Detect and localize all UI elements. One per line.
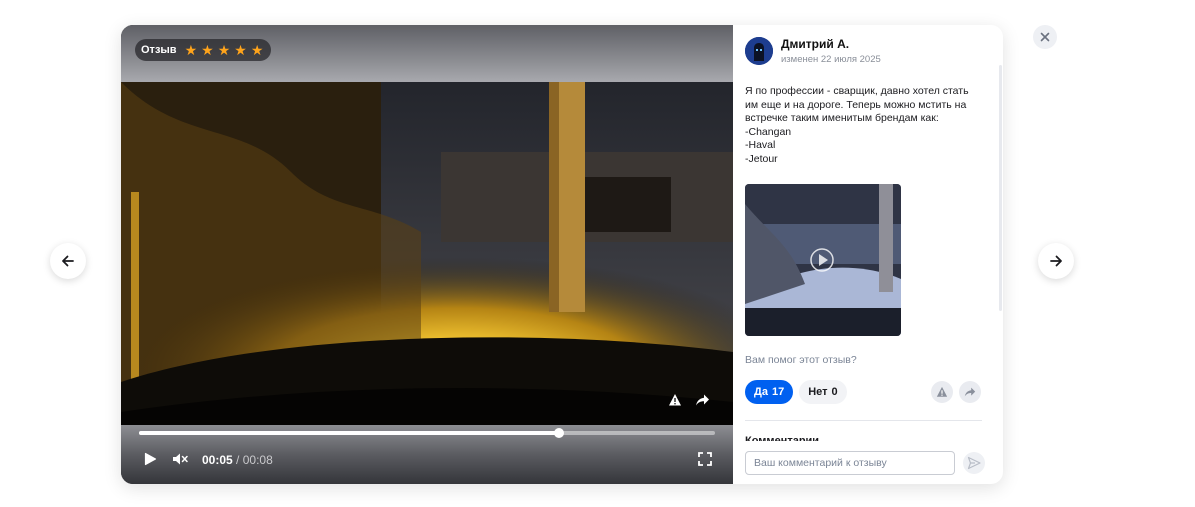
prev-review-button[interactable] xyxy=(50,243,86,279)
comment-form xyxy=(745,451,985,475)
video-duration: 00:08 xyxy=(242,453,273,467)
play-icon xyxy=(144,452,157,466)
review-text-line: Я по профессии - сварщик, давно хотел ст… xyxy=(745,85,969,97)
video-time: 00:05 / 00:08 xyxy=(202,453,273,467)
video-player[interactable]: Отзыв ★ ★ ★ ★ ★ 00:05 / 00:08 xyxy=(121,25,733,484)
arrow-right-icon xyxy=(1050,255,1062,267)
review-text-line: встречке таким именитым брендам как: xyxy=(745,112,939,124)
video-progress-bar[interactable] xyxy=(139,428,715,438)
report-video-button[interactable] xyxy=(666,391,684,409)
star-icon: ★ xyxy=(217,42,231,58)
volume-muted-icon xyxy=(173,453,188,465)
report-review-button[interactable] xyxy=(931,381,953,403)
vote-no-button[interactable]: Нет 0 xyxy=(799,380,847,404)
review-panel: Дмитрий А. изменен 22 июля 2025 Я по про… xyxy=(733,25,1003,484)
review-text-line: -Jetour xyxy=(745,152,778,165)
video-frame-image xyxy=(121,82,733,428)
arrow-left-icon xyxy=(62,255,74,267)
comment-input[interactable] xyxy=(745,451,955,475)
helpful-question: Вам помог этот отзыв? xyxy=(745,354,857,366)
helpful-votes: Да 17 Нет 0 xyxy=(745,380,1003,404)
video-time-separator: / xyxy=(232,453,243,467)
next-review-button[interactable] xyxy=(1038,243,1074,279)
fullscreen-button[interactable] xyxy=(698,451,712,467)
vote-no-label: Нет xyxy=(808,386,828,398)
review-text-line: -Changan xyxy=(745,125,792,138)
share-icon xyxy=(695,394,709,406)
close-icon xyxy=(1040,32,1050,42)
close-button[interactable] xyxy=(1033,25,1057,49)
review-badge-label: Отзыв xyxy=(141,44,177,56)
star-icon: ★ xyxy=(250,42,264,58)
mute-button[interactable] xyxy=(172,451,188,467)
review-modal: Отзыв ★ ★ ★ ★ ★ 00:05 / 00:08 Дмитрий А.… xyxy=(121,25,1003,484)
share-icon xyxy=(964,387,976,397)
vote-yes-count: 17 xyxy=(771,386,785,398)
share-review-button[interactable] xyxy=(959,381,981,403)
review-video-thumbnail[interactable] xyxy=(745,184,901,336)
comments-heading: Комментарии xyxy=(745,435,820,441)
avatar-image xyxy=(745,37,773,65)
star-icon: ★ xyxy=(201,42,214,58)
avatar[interactable] xyxy=(745,37,773,65)
review-text: Я по профессии - сварщик, давно хотел ст… xyxy=(745,85,980,166)
review-text-line: им еще и на дороге. Теперь можно мстить … xyxy=(745,98,967,111)
divider xyxy=(745,420,982,421)
fullscreen-icon xyxy=(698,452,712,466)
author-name[interactable]: Дмитрий А. xyxy=(781,37,881,51)
review-date: изменен 22 июля 2025 xyxy=(781,54,881,65)
review-viewer: Отзыв ★ ★ ★ ★ ★ 00:05 / 00:08 Дмитрий А.… xyxy=(0,0,1195,507)
send-comment-button[interactable] xyxy=(963,452,985,474)
send-icon xyxy=(967,456,981,470)
vote-yes-button[interactable]: Да 17 xyxy=(745,380,794,404)
video-progress-fill xyxy=(139,431,560,435)
vote-no-count: 0 xyxy=(831,386,838,398)
vote-yes-label: Да xyxy=(754,386,768,398)
review-author: Дмитрий А. изменен 22 июля 2025 xyxy=(745,37,1003,65)
share-video-button[interactable] xyxy=(693,391,711,409)
video-current-time: 00:05 xyxy=(202,453,233,467)
warning-icon xyxy=(669,394,681,406)
star-icon: ★ xyxy=(234,42,247,58)
review-rating-badge: Отзыв ★ ★ ★ ★ ★ xyxy=(135,39,272,61)
video-frame[interactable] xyxy=(121,82,733,428)
thumbnail-image xyxy=(745,184,901,336)
star-icon: ★ xyxy=(184,42,198,58)
warning-icon xyxy=(936,386,948,397)
play-button[interactable] xyxy=(143,451,157,467)
panel-scrollbar[interactable] xyxy=(999,65,1002,311)
review-text-line: -Haval xyxy=(745,139,776,151)
